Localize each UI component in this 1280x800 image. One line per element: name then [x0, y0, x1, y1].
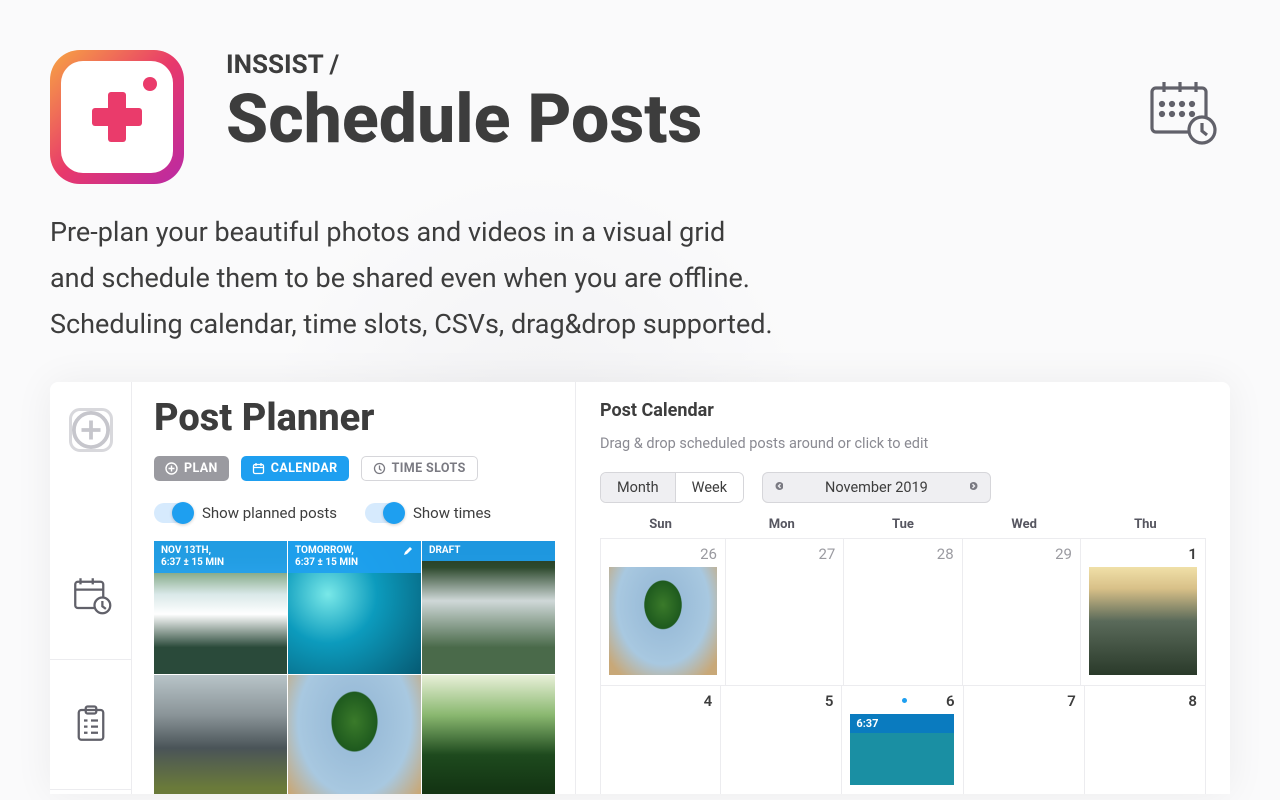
view-month-button[interactable]: Month — [601, 473, 675, 502]
post-planner-panel: Post Planner PLAN CALENDAR TIME SLOTS — [132, 382, 576, 794]
app-logo — [50, 50, 184, 184]
planner-grid: NOV 13TH,6:37 ± 15 MIN TOMORROW,6:37 ± 1… — [154, 541, 575, 794]
tile-draft-label: DRAFT — [422, 541, 555, 561]
day-number: 5 — [729, 692, 833, 710]
tile-schedule-label: NOV 13TH,6:37 ± 15 MIN — [154, 541, 287, 573]
toggle-times-label: Show times — [413, 504, 491, 522]
clipboard-icon — [70, 703, 112, 745]
view-week-button[interactable]: Week — [675, 473, 743, 502]
calendar-subtitle: Drag & drop scheduled posts around or cl… — [600, 435, 1206, 452]
sidebar-item-newpost[interactable] — [50, 400, 132, 460]
calendar-cell[interactable]: 7 — [964, 686, 1085, 794]
chip-calendar[interactable]: CALENDAR — [241, 456, 349, 481]
planner-tile[interactable] — [288, 675, 421, 794]
sidebar-item-schedule[interactable] — [50, 530, 132, 660]
planner-tile[interactable] — [154, 675, 287, 794]
calendar-clock-icon — [70, 573, 112, 615]
calendar-cell[interactable]: 8 — [1085, 686, 1206, 794]
chip-timeslots[interactable]: TIME SLOTS — [361, 456, 478, 481]
toggle-planned-label: Show planned posts — [202, 504, 337, 522]
calendar-cell[interactable]: 4 — [600, 686, 721, 794]
view-segmented: Month Week — [600, 472, 744, 503]
calendar-title: Post Calendar — [600, 400, 1206, 421]
prev-month-button[interactable] — [763, 474, 795, 501]
calendar-cell[interactable]: 6 6:37 — [842, 686, 963, 794]
tile-schedule-label: TOMORROW,6:37 ± 15 MIN — [288, 541, 421, 573]
next-month-button[interactable] — [958, 474, 990, 501]
month-navigator: November 2019 — [762, 472, 991, 503]
calendar-cell[interactable]: 1 — [1081, 539, 1206, 685]
day-number: 26 — [609, 545, 717, 563]
app-window: Post Planner PLAN CALENDAR TIME SLOTS — [50, 382, 1230, 794]
day-number: 27 — [734, 545, 835, 563]
day-number: 7 — [972, 692, 1076, 710]
page-header: INSSIST / Schedule Posts — [50, 50, 1230, 184]
day-number: 1 — [1089, 545, 1197, 563]
chevron-right-icon — [970, 481, 978, 491]
calendar-cell[interactable]: 28 — [844, 539, 962, 685]
day-number: 8 — [1093, 692, 1197, 710]
day-number: 29 — [971, 545, 1072, 563]
toggle-planned-posts[interactable] — [154, 503, 192, 523]
intro-text: Pre-plan your beautiful photos and video… — [50, 210, 1230, 348]
planner-tile[interactable]: DRAFT — [422, 541, 555, 674]
calendar-weekday-header: Sun Mon Tue Wed Thu — [600, 517, 1206, 538]
post-calendar-panel: Post Calendar Drag & drop scheduled post… — [576, 382, 1230, 794]
calendar-cell[interactable]: 26 — [600, 539, 726, 685]
calendar-cell[interactable]: 5 — [721, 686, 842, 794]
scheduled-event-time[interactable]: 6:37 — [850, 714, 954, 733]
calendar-cell[interactable]: 27 — [726, 539, 844, 685]
plus-circle-icon — [165, 462, 178, 475]
calendar-clock-icon — [1146, 74, 1218, 146]
planner-title: Post Planner — [154, 396, 575, 440]
day-number: 4 — [609, 692, 712, 710]
sidebar — [50, 382, 132, 794]
planner-tile[interactable] — [422, 675, 555, 794]
toggle-show-times[interactable] — [365, 503, 403, 523]
scheduled-post-thumb[interactable] — [1089, 567, 1197, 675]
calendar-cell[interactable]: 29 — [963, 539, 1081, 685]
scheduled-post-thumb[interactable] — [609, 567, 717, 675]
clock-icon — [373, 462, 386, 475]
pencil-icon — [402, 545, 414, 557]
calendar-icon — [252, 462, 265, 475]
chevron-left-icon — [775, 481, 783, 491]
plus-tile-icon — [69, 408, 113, 452]
month-label: November 2019 — [795, 473, 958, 502]
chip-plan[interactable]: PLAN — [154, 456, 229, 481]
sidebar-item-tasks[interactable] — [50, 660, 132, 790]
planner-tile[interactable]: NOV 13TH,6:37 ± 15 MIN — [154, 541, 287, 674]
day-number: 28 — [852, 545, 953, 563]
scheduled-post-thumb[interactable] — [850, 733, 954, 785]
breadcrumb: INSSIST / — [226, 50, 702, 80]
planner-tile[interactable]: TOMORROW,6:37 ± 15 MIN — [288, 541, 421, 674]
page-title: Schedule Posts — [226, 84, 702, 155]
